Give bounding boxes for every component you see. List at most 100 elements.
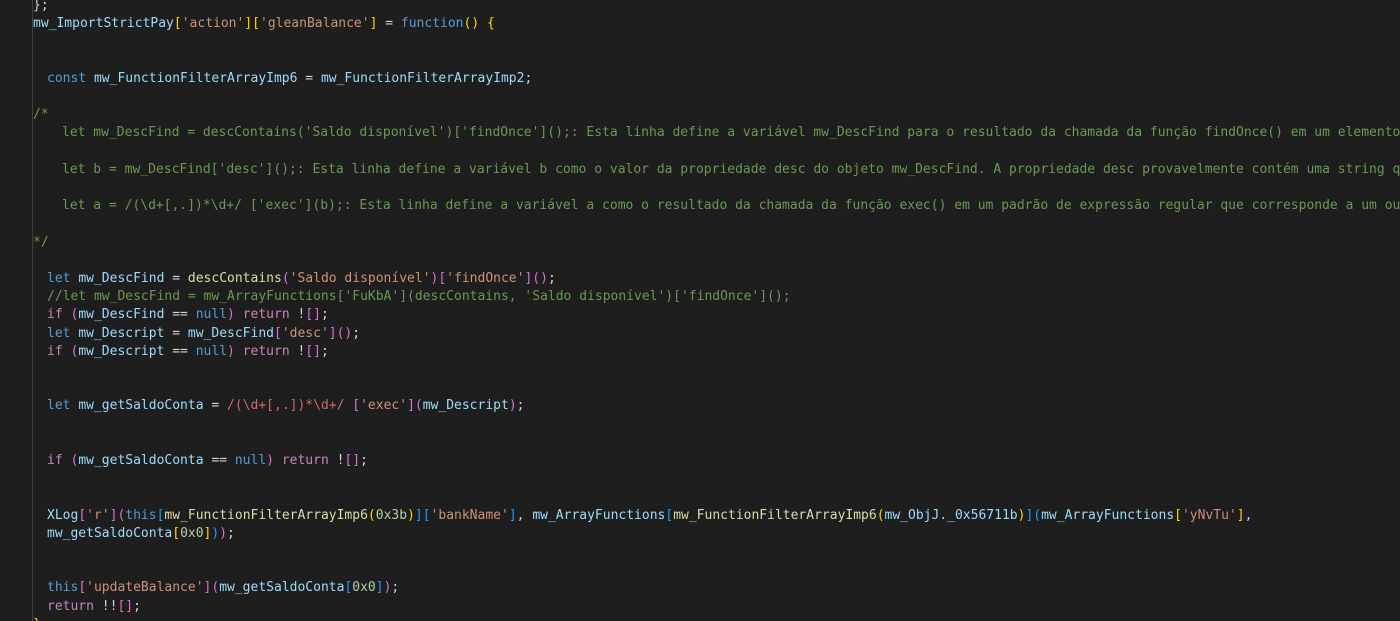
code-token: 'updateBalance' [86, 580, 204, 596]
code-token: mw_DescFind [78, 307, 165, 323]
code-token: mw_FunctionFilterArrayImp2 [320, 70, 525, 86]
code-token: , [1244, 507, 1253, 523]
code-token: ( [1033, 507, 1042, 523]
code-token: [ [352, 398, 361, 414]
code-token: ; [227, 525, 235, 541]
code-token: mw_ArrayFunctions [532, 507, 666, 523]
code-token: [] [344, 453, 361, 468]
code-token: [ [252, 16, 260, 32]
code-line[interactable]: this['updateBalance'](mw_getSaldoConta[0… [47, 579, 399, 597]
code-line[interactable]: let b = mw_DescFind['desc']();: Esta lin… [62, 161, 1400, 179]
code-token: ( [367, 507, 376, 523]
code-token: mw_getSaldoConta [47, 525, 173, 541]
code-line[interactable]: return !![]; [47, 598, 141, 616]
code-token: ) [266, 453, 274, 468]
code-token: null [234, 453, 267, 468]
code-line[interactable]: let mw_DescFind = descContains('Saldo di… [47, 270, 556, 288]
code-line[interactable]: let a = /(\d+[,.])*\d+/ ['exec'](b);: Es… [62, 197, 1400, 215]
code-token: mw_Descript [78, 343, 165, 359]
code-token: 0x0 [180, 525, 204, 541]
code-token: ] [414, 507, 423, 523]
code-token: ] [508, 507, 517, 523]
code-line[interactable]: let mw_getSaldoConta = /(\d+[,.])*\d+/ [… [47, 397, 524, 415]
code-token: ! [328, 453, 345, 468]
code-token: 'Saldo disponível' [289, 271, 431, 286]
code-token: let [47, 325, 71, 341]
code-token: mw_getSaldoConta [219, 580, 345, 596]
code-token: mw_getSaldoConta [78, 453, 204, 468]
code-token: [ [173, 16, 182, 32]
code-token: [ [78, 580, 87, 596]
code-token: 'exec' [360, 398, 408, 414]
code-token: mw_FunctionFilterArrayImp6 [164, 507, 368, 523]
code-token: { [487, 16, 495, 32]
code-token: mw_getSaldoConta [78, 398, 204, 414]
code-token: ! [289, 307, 306, 323]
code-line[interactable]: }; [33, 0, 49, 15]
code-token: _0x56711b [947, 507, 1018, 523]
code-token: ( [281, 271, 290, 286]
code-token: [ [438, 271, 447, 286]
code-token: descContains [187, 271, 282, 286]
code-token: if [47, 307, 63, 323]
code-line[interactable]: mw_getSaldoConta[0x0])); [47, 525, 235, 543]
code-token: let a = /(\d+[,.])*\d+/ ['exec'](b);: Es… [62, 198, 1400, 214]
code-token: ; [360, 453, 368, 468]
code-line[interactable]: /* [33, 106, 49, 124]
code-token: = [164, 271, 188, 286]
code-editor[interactable]: }; mw_ImportStrictPay['action']['gleanBal… [0, 0, 1400, 621]
code-line[interactable]: if (mw_getSaldoConta == null) return ![]… [47, 452, 368, 470]
code-token: ] [328, 325, 337, 341]
code-token: ; [41, 617, 49, 621]
code-token: ) [227, 343, 235, 359]
code-token: null [195, 343, 228, 359]
code-token: return [47, 598, 94, 614]
code-token: ! [289, 343, 306, 359]
code-line[interactable]: XLog['r'](this[mw_FunctionFilterArrayImp… [47, 507, 1252, 525]
code-token: ) [407, 507, 415, 523]
code-token: mw_Descript [78, 325, 165, 341]
code-line[interactable]: let mw_DescFind = descContains('Saldo di… [62, 124, 1400, 142]
code-token: mw_FunctionFilterArrayImp6 [93, 70, 298, 86]
code-token: return [242, 307, 290, 323]
code-token: 0x0 [352, 580, 376, 596]
code-token: 'gleanBalance' [260, 16, 370, 32]
code-token: ; [524, 70, 533, 86]
code-token: //let mw_DescFind = mw_ArrayFunctions['F… [47, 289, 791, 305]
code-token: !! [93, 598, 118, 614]
code-token: [] [117, 598, 134, 614]
code-token: let b = mw_DescFind['desc']();: Esta lin… [62, 161, 1400, 177]
code-token: () [336, 325, 353, 341]
code-token: == [164, 307, 196, 323]
code-token: ) [508, 398, 517, 414]
code-token: ( [876, 507, 885, 523]
code-token: 'desc' [281, 325, 329, 341]
code-token: = [164, 325, 188, 341]
code-token: let [47, 271, 71, 286]
code-line[interactable]: }; [33, 616, 49, 621]
code-token: [] [305, 343, 321, 359]
code-line[interactable]: let mw_Descript = mw_DescFind['desc'](); [47, 325, 360, 343]
code-line[interactable]: const mw_FunctionFilterArrayImp6 = mw_Fu… [47, 70, 532, 88]
code-token: ; [391, 580, 400, 596]
code-line[interactable]: mw_ImportStrictPay['action']['gleanBalan… [33, 15, 495, 33]
code-token: if [47, 453, 63, 468]
code-line[interactable]: //let mw_DescFind = mw_ArrayFunctions['F… [47, 288, 791, 306]
code-token: } [33, 0, 41, 13]
code-line[interactable]: if (mw_Descript == null) return ![]; [47, 343, 329, 361]
code-token: . [939, 507, 948, 523]
code-line[interactable]: */ [33, 234, 49, 252]
code-token: 'r' [86, 507, 110, 523]
code-token: = [377, 16, 401, 32]
code-token: [ [422, 507, 431, 523]
code-token: = [297, 70, 321, 86]
indent-guide [32, 0, 33, 621]
code-token: ; [352, 325, 361, 341]
code-line[interactable]: if (mw_DescFind == null) return ![]; [47, 306, 329, 324]
code-token: if [47, 343, 63, 359]
